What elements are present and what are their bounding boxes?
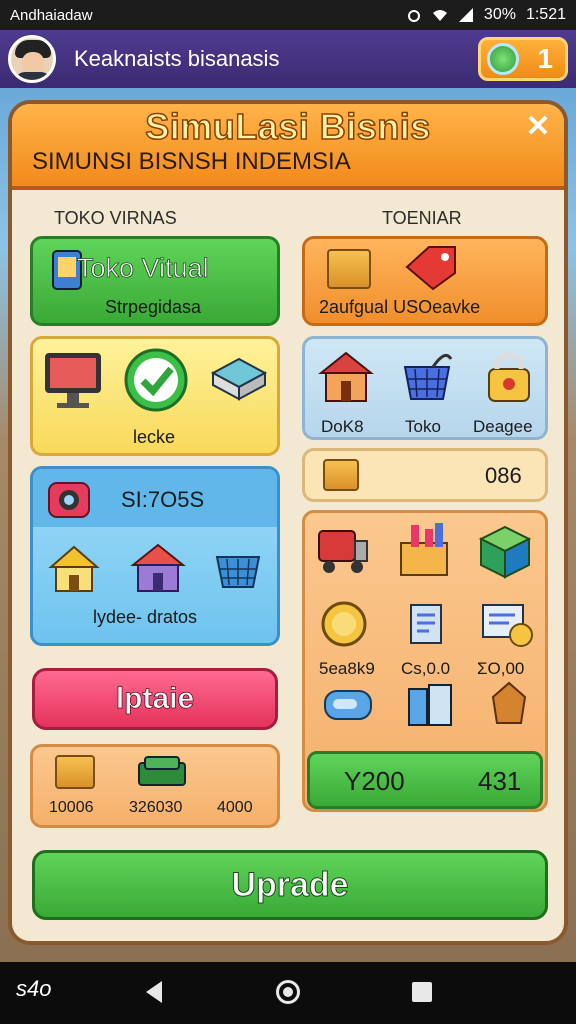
left-bottom-stats: 10006 326030 4000 — [30, 744, 280, 828]
panel-header: SimuLasi Bisnis SIMUNSI BISNSH INDEMSIA … — [12, 104, 564, 190]
home-icon[interactable] — [276, 980, 300, 1004]
computer-icon — [45, 353, 101, 408]
stock-row: 086 — [302, 448, 548, 502]
update-button[interactable]: lptaie — [32, 668, 278, 730]
back-icon[interactable] — [146, 981, 162, 1003]
yellow-card-label: lecke — [133, 427, 176, 447]
store-icon — [130, 543, 186, 592]
tag-icon — [405, 246, 456, 291]
cube-icon — [478, 525, 532, 579]
recents-icon[interactable] — [412, 982, 432, 1002]
money-stack-icon — [138, 756, 186, 786]
balance-right: 431 — [478, 766, 522, 796]
avatar[interactable] — [8, 35, 56, 83]
shop-types-card[interactable]: DoK8 Toko Deagee — [302, 336, 548, 440]
yellow-status-card[interactable]: lecke — [30, 336, 280, 456]
wifi-icon — [432, 10, 447, 21]
camera-icon — [48, 482, 90, 518]
top-header: Keaknaists bisanasis 1 — [0, 30, 576, 88]
item-price-1: 5ea8k9 — [319, 659, 375, 678]
blue-card-label: lydee- dratos — [93, 607, 198, 627]
header-title: Keaknaists bisanasis — [74, 46, 280, 71]
status-time: 1:521 — [525, 6, 566, 23]
chart-coin-icon — [482, 604, 533, 647]
shopping-basket-icon — [403, 353, 453, 400]
lock-icon — [488, 352, 530, 402]
blue-shop-card[interactable]: SI:7O5S lydee- dratos — [30, 466, 280, 646]
blue-card-title: SI:7O5S — [121, 487, 205, 512]
orange-card-label: 2aufgual USOeavke — [319, 297, 481, 317]
house-icon — [48, 545, 100, 592]
toko-virtual-sub: Strpegidasa — [105, 297, 202, 317]
status-app-name: Andhaiadaw — [10, 6, 93, 24]
item-price-2: Cs,0.0 — [401, 659, 451, 678]
right-column-label: TOENIAR — [382, 208, 462, 228]
upgrade-button[interactable]: Uprade — [32, 850, 548, 920]
shop-type-3: Deagee — [473, 417, 533, 436]
basket-icon — [215, 556, 261, 588]
battery-level: 30% — [483, 6, 516, 23]
upgrade-button-label: Uprade — [231, 865, 349, 904]
inventory-card[interactable]: 5ea8k9 Cs,0.0 ΣO,00 Y200 431 — [302, 510, 548, 812]
checkmark-icon — [124, 348, 188, 412]
package-icon — [327, 249, 371, 289]
close-icon[interactable]: ✕ — [522, 112, 554, 144]
orange-promo-card[interactable]: 2aufgual USOeavke — [302, 236, 548, 326]
update-button-label: lptaie — [115, 682, 195, 716]
crate-icon — [55, 755, 95, 789]
stock-box-icon — [323, 459, 359, 491]
panel-subtitle: SIMUNSI BISNSH INDEMSIA — [32, 148, 351, 175]
coin-badge[interactable]: 1 — [478, 37, 568, 81]
books-icon — [408, 684, 452, 726]
coin-count: 1 — [537, 43, 553, 74]
nav-logo: s4o — [16, 976, 52, 1001]
receipt-icon — [410, 604, 442, 644]
shop-type-2: Toko — [405, 417, 441, 436]
left-stat-2: 326030 — [129, 799, 183, 816]
stock-value: 086 — [485, 463, 522, 488]
bag-icon — [491, 681, 527, 724]
android-nav-bar: s4o — [0, 962, 576, 1024]
cash-register-icon — [210, 357, 268, 401]
shop-type-1: DoK8 — [321, 417, 364, 436]
panel-title: SimuLasi Bisnis — [144, 105, 431, 148]
toko-virtual-card[interactable]: Toko Vitual Strpegidasa — [30, 236, 280, 326]
item-price-3: ΣO,00 — [477, 659, 525, 678]
status-icons: 30% 1:521 — [406, 6, 566, 24]
left-stat-1: 10006 — [49, 799, 94, 816]
coin-icon — [321, 601, 367, 647]
left-stat-3: 4000 — [217, 799, 253, 816]
left-column-label: TOKO VIRNAS — [54, 208, 177, 228]
balance-bar[interactable]: Y200 431 — [307, 751, 543, 809]
toko-virtual-title: Toko Vitual — [77, 253, 209, 284]
signal-icon — [458, 8, 473, 22]
gem-icon — [487, 43, 519, 75]
alarm-icon — [407, 10, 420, 22]
gift-box-icon — [400, 523, 448, 576]
delivery-truck-icon — [318, 530, 368, 573]
card-icon — [324, 690, 372, 720]
business-panel: SimuLasi Bisnis SIMUNSI BISNSH INDEMSIA … — [8, 100, 568, 945]
shop-house-icon — [318, 351, 374, 402]
balance-left: Y200 — [344, 766, 405, 796]
status-bar: Andhaiadaw 30% 1:521 — [0, 0, 576, 30]
